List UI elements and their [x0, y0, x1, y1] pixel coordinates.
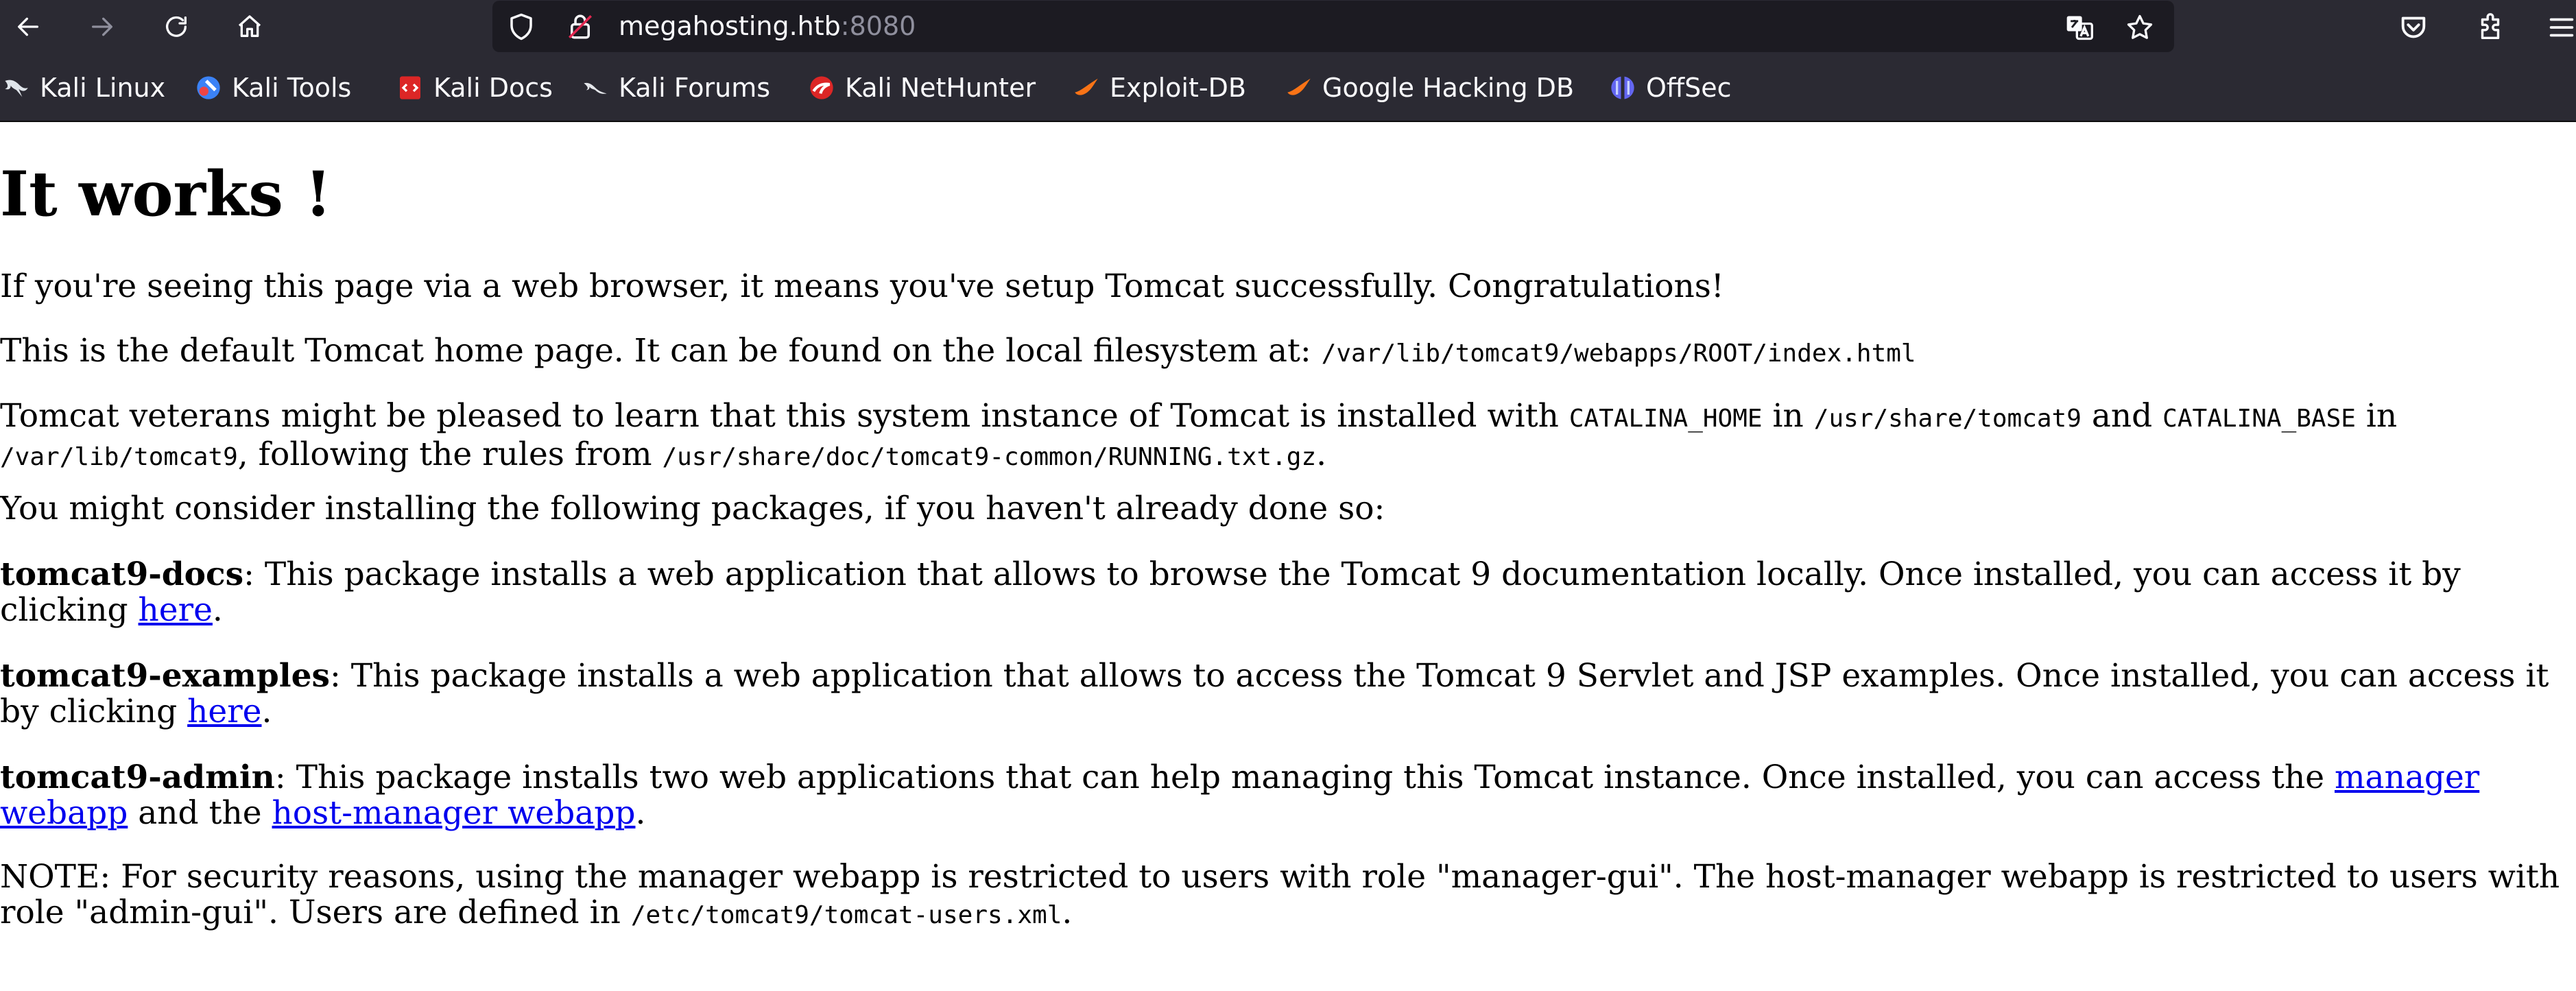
bookmarks-toolbar: Kali Linux Kali Tools Kali Docs Kali For…: [0, 54, 2576, 122]
ghdb-icon: [1285, 74, 1313, 102]
bookmark-kali-nethunter[interactable]: Kali NetHunter: [808, 54, 1036, 121]
url-text[interactable]: megahosting.htb:8080: [619, 1, 916, 52]
intro-paragraph: If you're seeing this page via a web bro…: [0, 267, 1724, 305]
bookmark-offsec[interactable]: OffSec: [1609, 54, 1731, 121]
bookmark-kali-tools[interactable]: Kali Tools: [195, 54, 351, 121]
pocket-icon[interactable]: [2398, 12, 2429, 43]
offsec-icon: [1609, 74, 1636, 102]
translate-icon[interactable]: [2064, 12, 2095, 43]
package-name: tomcat9-docs: [0, 556, 244, 593]
reload-icon: [166, 16, 187, 37]
catalina-paragraph: Tomcat veterans might be pleased to lear…: [0, 397, 2398, 473]
exploit-db-icon: [1073, 74, 1100, 102]
bookmark-star-icon[interactable]: [2125, 12, 2155, 43]
insecure-lock-icon[interactable]: [566, 12, 595, 41]
bookmark-kali-linux[interactable]: Kali Linux: [3, 54, 165, 121]
kali-tools-icon: [195, 74, 222, 102]
package-name: tomcat9-examples: [0, 657, 330, 695]
url-bar[interactable]: megahosting.htb:8080: [492, 1, 2174, 52]
forward-arrow-icon: [92, 17, 112, 36]
tracking-protection-shield-icon[interactable]: [507, 12, 536, 41]
package-docs: tomcat9-docs: This package installs a we…: [0, 556, 2461, 629]
home-button[interactable]: [228, 5, 271, 48]
reload-button[interactable]: [155, 5, 198, 48]
index-path: /var/lib/tomcat9/webapps/ROOT/index.html: [1321, 339, 1916, 368]
default-home-paragraph: This is the default Tomcat home page. It…: [0, 332, 1916, 370]
docs-here-link[interactable]: here: [139, 591, 213, 629]
bookmark-google-hacking-db[interactable]: Google Hacking DB: [1285, 54, 1574, 121]
forward-button[interactable]: [81, 5, 123, 48]
examples-here-link[interactable]: here: [187, 693, 261, 730]
bookmark-kali-forums[interactable]: Kali Forums: [582, 54, 770, 121]
back-arrow-icon: [18, 17, 38, 36]
kali-docs-icon: [396, 74, 424, 102]
bookmark-kali-docs[interactable]: Kali Docs: [396, 54, 553, 121]
app-menu-icon[interactable]: [2546, 12, 2574, 43]
tomcat-users-path: /etc/tomcat9/tomcat-users.xml: [630, 901, 1062, 929]
bookmark-exploit-db[interactable]: Exploit-DB: [1073, 54, 1246, 121]
package-name: tomcat9-admin: [0, 759, 275, 796]
package-examples: tomcat9-examples: This package installs …: [0, 657, 2549, 730]
browser-toolbar: megahosting.htb:8080: [0, 0, 2576, 54]
package-admin: tomcat9-admin: This package installs two…: [0, 759, 2480, 832]
nethunter-icon: [808, 74, 835, 102]
host-manager-webapp-link[interactable]: host-manager webapp: [272, 794, 636, 832]
page-heading: It works !: [0, 158, 332, 230]
back-button[interactable]: [7, 5, 49, 48]
home-icon: [238, 15, 261, 37]
security-note: NOTE: For security reasons, using the ma…: [0, 858, 2560, 931]
kali-forums-icon: [582, 74, 609, 102]
kali-dragon-icon: [3, 74, 30, 102]
extensions-icon[interactable]: [2474, 12, 2506, 43]
packages-intro: You might consider installing the follow…: [0, 490, 1385, 527]
